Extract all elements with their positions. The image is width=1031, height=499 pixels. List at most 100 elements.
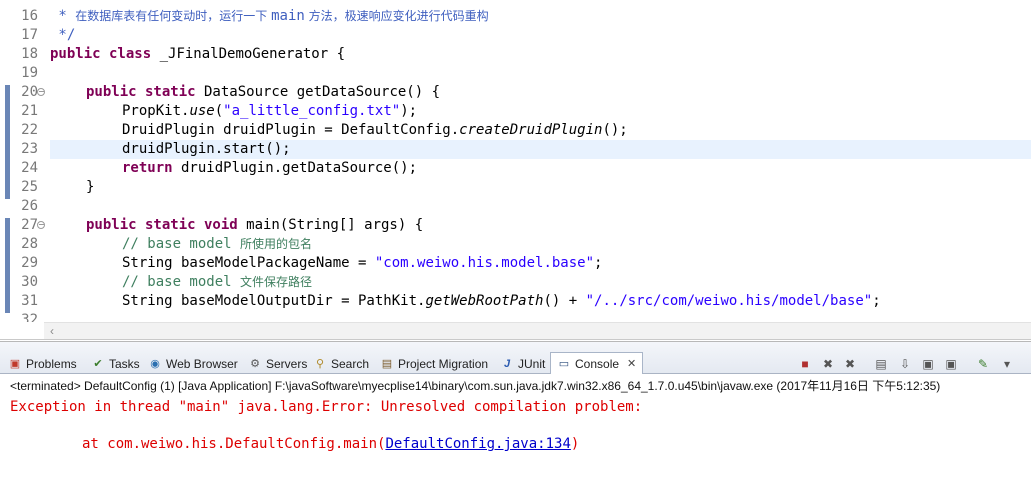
close-tab-icon[interactable]: ✕ — [627, 357, 636, 370]
tab-junit[interactable]: J JUnit — [500, 355, 545, 373]
code-line-23: druidPlugin.start(); — [122, 141, 291, 157]
tab-label: JUnit — [518, 357, 546, 371]
code-text: _JFinalDemoGenerator { — [151, 46, 346, 62]
doc-comment: 在数据库表有任何变动时，运行一下 — [75, 9, 272, 23]
keyword: public static void — [86, 217, 238, 233]
static-method: getWebRootPath — [425, 293, 544, 309]
line-number: 21 — [21, 103, 38, 119]
code-text: (); — [602, 122, 628, 138]
tab-project-migration[interactable]: ▤ Project Migration — [380, 355, 488, 373]
static-method: use — [189, 103, 215, 119]
line-number: 28 — [21, 236, 38, 252]
code-text: () + — [543, 293, 586, 309]
clear-console-icon[interactable]: ▤ — [873, 356, 889, 372]
pin-console-icon[interactable]: ✎ — [975, 356, 991, 372]
line-number: 17 — [21, 27, 38, 43]
line-number: 29 — [21, 255, 38, 271]
project-migration-icon: ▤ — [381, 358, 393, 370]
tab-search[interactable]: ⚲ Search — [313, 355, 369, 373]
tab-problems[interactable]: ▣ Problems — [8, 355, 77, 373]
terminate-icon[interactable]: ■ — [797, 356, 813, 372]
code-line-18: public class _JFinalDemoGenerator { — [50, 45, 345, 64]
tab-web-browser[interactable]: ◉ Web Browser — [148, 355, 238, 373]
doc-comment: * — [50, 8, 76, 24]
show-on-output-icon[interactable]: ▣ — [920, 356, 936, 372]
code-line-28: // base model 所使用的包名 — [122, 235, 312, 254]
keyword: public class — [50, 46, 152, 62]
tab-label: Servers — [266, 357, 308, 371]
open-console-icon[interactable]: ▾ — [999, 356, 1015, 372]
line-comment: // base model — [122, 236, 241, 252]
tab-console[interactable]: ▭ Console ✕ — [550, 352, 644, 374]
tab-tasks[interactable]: ✔ Tasks — [91, 355, 140, 373]
keyword: return — [122, 160, 173, 176]
view-tab-bar: ▣ Problems ✔ Tasks ◉ Web Browser ⚙ Servers ⚲… — [0, 342, 1031, 374]
code-area[interactable]: * 在数据库表有任何变动时，运行一下 main 方法，极速响应变化进行代码重构 … — [50, 0, 1031, 322]
line-number: 25 — [21, 179, 38, 195]
line-comment: 文件保存路径 — [240, 275, 313, 289]
code-line-29: String baseModelPackageName = "com.weiwo… — [122, 254, 602, 273]
code-text: String baseModelPackageName = — [122, 255, 375, 271]
line-number: 16 — [21, 8, 38, 24]
code-text: DataSource getDataSource() { — [195, 84, 441, 100]
source-link[interactable]: DefaultConfig.java:134 — [385, 436, 570, 452]
show-on-error-icon[interactable]: ▣ — [943, 356, 959, 372]
line-number: 26 — [21, 198, 38, 214]
line-number: 30 — [21, 274, 38, 290]
code-line-30: // base model 文件保存路径 — [122, 273, 312, 292]
code-editor[interactable]: 16 17 18 19 20 21 22 23 24 25 26 27 28 2… — [0, 0, 1031, 340]
stack-frame-text: at com.weiwo.his.DefaultConfig.main( — [82, 436, 386, 452]
servers-icon: ⚙ — [250, 358, 260, 370]
code-text: String baseModelOutputDir = PathKit. — [122, 293, 426, 309]
code-line-22: DruidPlugin druidPlugin = DefaultConfig.… — [122, 121, 628, 140]
line-number: 20 — [21, 84, 38, 100]
tab-label: Project Migration — [398, 357, 489, 371]
tasks-icon: ✔ — [93, 358, 103, 370]
code-line-25: } — [86, 179, 95, 195]
tab-servers[interactable]: ⚙ Servers — [248, 355, 307, 373]
tab-label: Web Browser — [166, 357, 238, 371]
code-text: ; — [872, 293, 881, 309]
code-text: druidPlugin.getDataSource(); — [172, 160, 418, 176]
bottom-panel: ▣ Problems ✔ Tasks ◉ Web Browser ⚙ Servers ⚲… — [0, 341, 1031, 499]
terminated-status: <terminated> DefaultConfig (1) [Java App… — [10, 379, 941, 393]
fold-toggle-icon[interactable]: − — [37, 221, 45, 229]
scroll-left-icon[interactable]: ‹ — [50, 324, 54, 338]
error-message: Exception in thread "main" java.lang.Err… — [10, 399, 651, 415]
code-text: main(String[] args) { — [237, 217, 424, 233]
junit-icon: J — [503, 358, 511, 370]
search-icon: ⚲ — [315, 358, 325, 370]
tab-label: Problems — [26, 357, 77, 371]
scroll-lock-icon[interactable]: ⇩ — [897, 356, 913, 372]
tab-label: Search — [331, 357, 370, 371]
line-comment: 所使用的包名 — [240, 237, 313, 251]
code-text: ); — [400, 103, 418, 119]
line-number: 27 — [21, 217, 38, 233]
code-text: DruidPlugin druidPlugin = DefaultConfig. — [122, 122, 460, 138]
code-line-27: public static void main(String[] args) { — [86, 216, 423, 235]
string-literal: "/../src/com/weiwo.his/model/base" — [585, 293, 873, 309]
code-line-20: public static DataSource getDataSource()… — [86, 83, 440, 102]
string-literal: "com.weiwo.his.model.base" — [374, 255, 595, 271]
doc-comment: 方法，极速响应变化进行代码重构 — [304, 9, 489, 23]
code-line-24: return druidPlugin.getDataSource(); — [122, 159, 417, 178]
horizontal-scrollbar[interactable]: ‹ — [44, 322, 1031, 339]
code-line-21: PropKit.use("a_little_config.txt"); — [122, 102, 417, 121]
code-text: ( — [214, 103, 224, 119]
line-number: 31 — [21, 293, 38, 309]
fold-toggle-icon[interactable]: − — [37, 88, 45, 96]
line-number: 18 — [21, 46, 38, 62]
remove-launch-icon[interactable]: ✖ — [820, 356, 836, 372]
line-number: 23 — [21, 141, 38, 157]
tab-label: Tasks — [109, 357, 140, 371]
remove-all-terminated-icon[interactable]: ✖ — [842, 356, 858, 372]
keyword: public static — [86, 84, 196, 100]
stack-trace-line: at com.weiwo.his.DefaultConfig.main(Defa… — [82, 435, 579, 454]
code-line-16: * 在数据库表有任何变动时，运行一下 main 方法，极速响应变化进行代码重构 — [50, 7, 489, 26]
code-text: PropKit. — [122, 103, 190, 119]
web-browser-icon: ◉ — [150, 358, 160, 370]
doc-comment: main — [271, 8, 305, 24]
line-comment: // base model — [122, 274, 241, 290]
line-number: 24 — [21, 160, 38, 176]
console-icon: ▭ — [558, 357, 570, 370]
